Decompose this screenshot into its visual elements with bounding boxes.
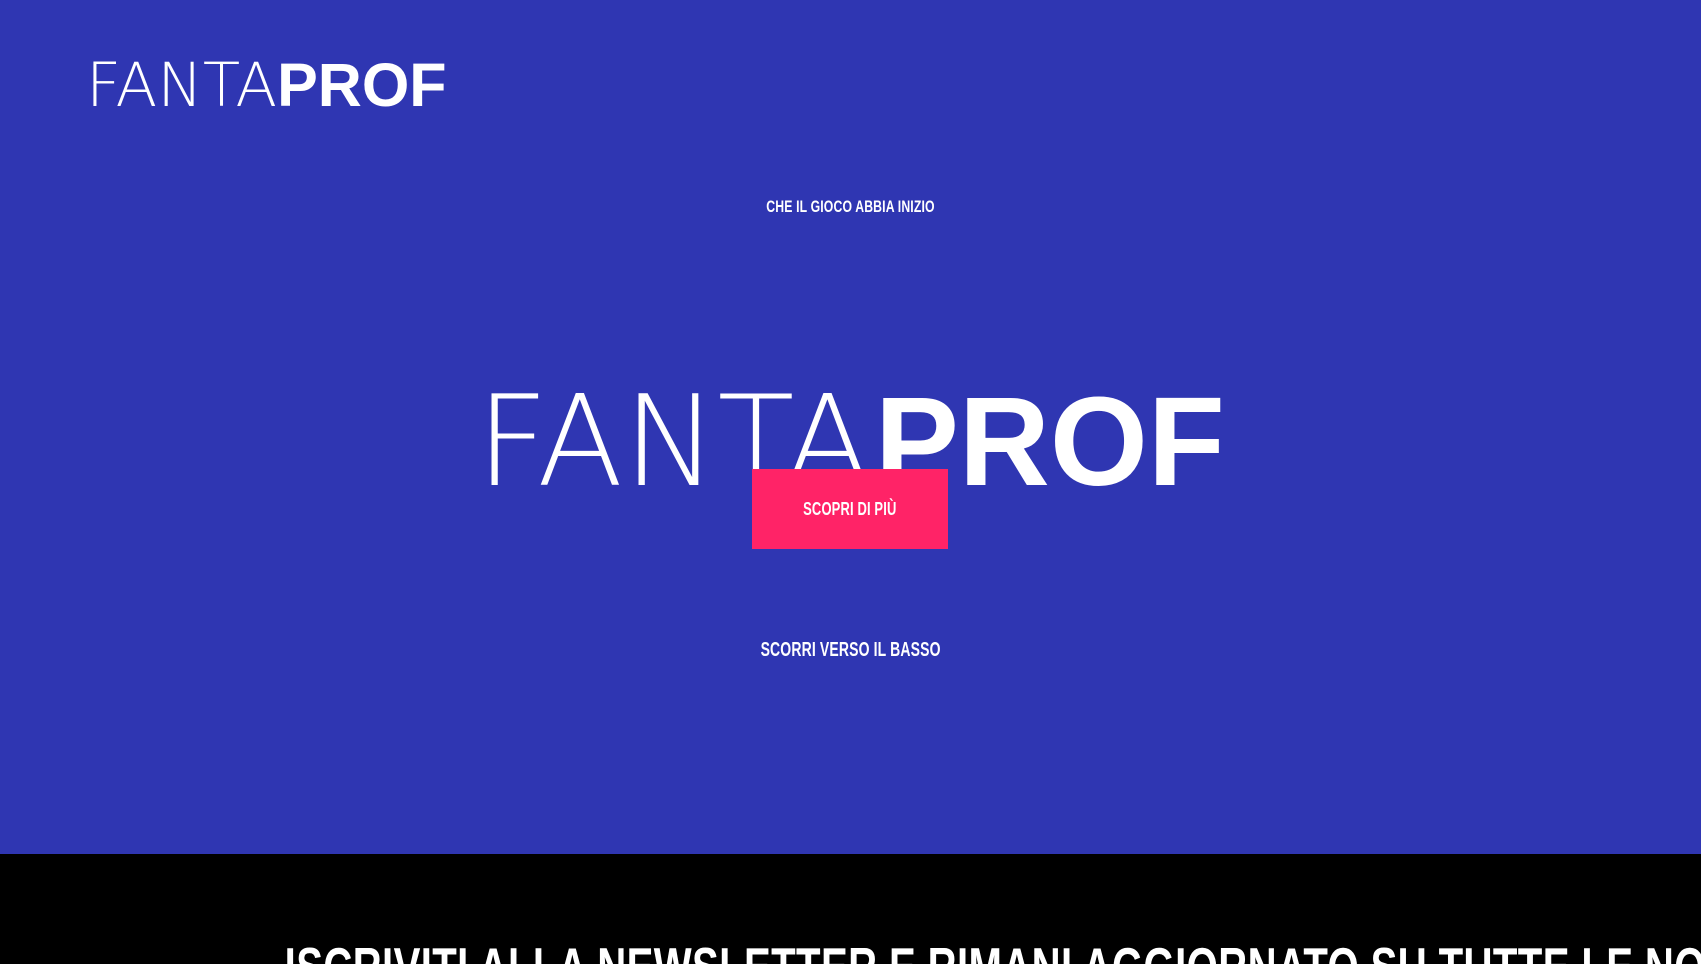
scopri-di-piu-button[interactable]: SCOPRI DI PIÙ: [752, 469, 948, 549]
cta-label: SCOPRI DI PIÙ: [803, 498, 897, 519]
logo-light-text: FANTA: [86, 50, 278, 121]
newsletter-section: ISCRIVITI ALLA NEWSLETTER E RIMANI AGGIO…: [0, 854, 1701, 964]
logo-bold-text: PROF: [277, 51, 447, 119]
scroll-down-link[interactable]: SCORRI VERSO IL BASSO: [0, 639, 1701, 662]
scroll-down-label: SCORRI VERSO IL BASSO: [760, 639, 941, 661]
newsletter-heading-text: ISCRIVITI ALLA NEWSLETTER E RIMANI AGGIO…: [285, 940, 1701, 964]
hero-kicker: CHE IL GIOCO ABBIA INIZIO: [766, 197, 935, 216]
newsletter-heading: ISCRIVITI ALLA NEWSLETTER E RIMANI AGGIO…: [0, 940, 1701, 964]
site-logo[interactable]: FANTAPROF: [86, 50, 447, 121]
hero-section: FANTAPROF CHE IL GIOCO ABBIA INIZIO FANT…: [0, 0, 1701, 854]
